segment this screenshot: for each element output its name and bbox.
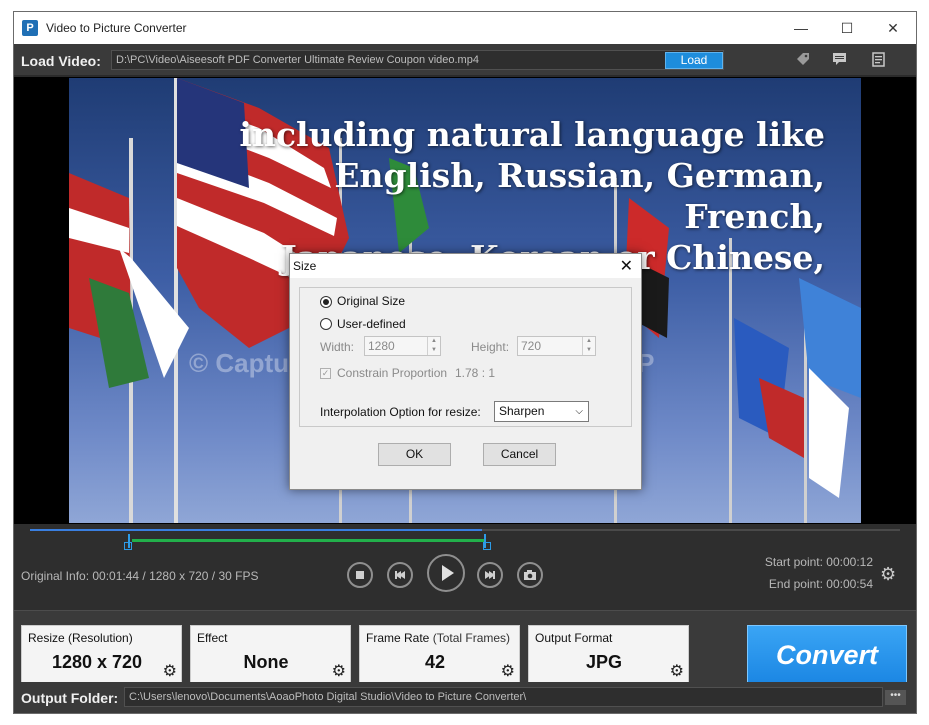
effect-title: Effect (197, 631, 228, 645)
width-up-button[interactable]: ▲ (427, 337, 440, 346)
size-options-group: Original Size User-defined Width: 1280 ▲… (299, 287, 632, 427)
stop-button[interactable] (347, 562, 373, 588)
caption-line-2: English, Russian, German, French, (334, 156, 825, 236)
maximize-button[interactable]: ☐ (824, 12, 870, 44)
ok-button[interactable]: OK (378, 443, 451, 466)
frame-rate-label: Frame Rate (366, 631, 430, 645)
constrain-proportion-checkbox[interactable]: ✓ (320, 368, 331, 379)
frame-rate-sub: (Total Frames) (432, 631, 511, 645)
interpolation-label: Interpolation Option for resize: (320, 405, 481, 419)
height-field[interactable]: 720 ▲ ▼ (517, 336, 596, 356)
effect-card[interactable]: Effect None ⚙ (190, 625, 351, 685)
camera-icon (524, 570, 536, 580)
browse-folder-button[interactable]: ••• (885, 690, 906, 705)
size-dialog: Size ✕ Original Size User-defined Width:… (289, 253, 642, 490)
dialog-title: Size (293, 259, 317, 273)
aspect-ratio-text: 1.78 : 1 (455, 366, 496, 380)
frame-rate-value: 42 (424, 652, 446, 672)
title-bar: P Video to Picture Converter — ☐ ✕ (14, 12, 916, 44)
load-toolbar: Load Video: D:\PC\Video\Aiseesoft PDF Co… (14, 44, 916, 76)
original-size-radio[interactable] (320, 296, 332, 308)
effect-gear-icon[interactable]: ⚙ (332, 661, 346, 681)
output-format-card[interactable]: Output Format JPG ⚙ (528, 625, 689, 685)
width-value: 1280 (368, 339, 395, 353)
output-folder-bar: Output Folder: C:\Users\lenovo\Documents… (14, 682, 916, 713)
height-label: Height: (471, 340, 510, 354)
width-down-button[interactable]: ▼ (427, 346, 440, 355)
prev-icon (395, 571, 405, 579)
convert-button[interactable]: Convert (747, 625, 907, 685)
snapshot-button[interactable] (517, 562, 543, 588)
dialog-title-bar: Size ✕ (290, 254, 641, 278)
height-value: 720 (521, 339, 542, 353)
minimize-button[interactable]: — (778, 12, 824, 44)
document-icon[interactable] (869, 52, 887, 68)
load-button[interactable]: Load (665, 52, 723, 69)
video-path-field[interactable]: D:\PC\Video\Aiseesoft PDF Converter Ulti… (111, 50, 724, 70)
timeline-progress (30, 529, 482, 531)
frame-rate-title: Frame Rate (Total Frames) (366, 631, 510, 645)
resize-card[interactable]: Resize (Resolution) 1280 x 720 ⚙ (21, 625, 182, 685)
chevron-down-icon: ⌵ (575, 406, 583, 417)
play-icon (442, 565, 454, 581)
frame-rate-card[interactable]: Frame Rate (Total Frames) 42 ⚙ (359, 625, 520, 685)
resize-title: Resize (Resolution) (28, 631, 133, 645)
original-info-text: Original Info: 00:01:44 / 1280 x 720 / 3… (21, 569, 259, 583)
width-field[interactable]: 1280 ▲ ▼ (364, 336, 441, 356)
playback-controls: Original Info: 00:01:44 / 1280 x 720 / 3… (14, 524, 916, 610)
play-button[interactable] (427, 554, 465, 592)
interpolation-value: Sharpen (499, 404, 545, 418)
user-defined-radio[interactable] (320, 318, 332, 330)
effect-value: None (243, 652, 289, 672)
output-folder-label: Output Folder: (21, 690, 119, 706)
original-size-label: Original Size (337, 294, 406, 308)
output-settings-bar: Resize (Resolution) 1280 x 720 ⚙ Effect … (14, 610, 916, 685)
height-up-button[interactable]: ▲ (582, 337, 595, 346)
width-label: Width: (320, 340, 355, 354)
app-logo-icon: P (22, 20, 38, 36)
output-format-title: Output Format (535, 631, 613, 645)
load-video-label: Load Video: (21, 53, 101, 69)
start-point-text: Start point: 00:00:12 (764, 555, 873, 569)
window-title: Video to Picture Converter (46, 21, 187, 35)
constrain-proportion-label: Constrain Proportion (337, 366, 448, 380)
selection-range-bar (132, 539, 486, 542)
interpolation-select[interactable]: Sharpen ⌵ (494, 401, 589, 422)
end-point-text: End point: 00:00:54 (768, 577, 873, 591)
height-down-button[interactable]: ▼ (582, 346, 595, 355)
resize-gear-icon[interactable]: ⚙ (163, 661, 177, 681)
previous-frame-button[interactable] (387, 562, 413, 588)
next-frame-button[interactable] (477, 562, 503, 588)
output-format-gear-icon[interactable]: ⚙ (670, 661, 684, 681)
end-marker-icon[interactable] (483, 542, 491, 550)
user-defined-label: User-defined (337, 317, 406, 331)
dialog-close-button[interactable]: ✕ (620, 256, 633, 276)
close-button[interactable]: ✕ (870, 12, 916, 44)
output-format-value: JPG (585, 652, 623, 672)
output-folder-field[interactable]: C:\Users\lenovo\Documents\AoaoPhoto Digi… (124, 687, 883, 707)
caption-line-1: including natural language like (239, 115, 825, 154)
resize-value: 1280 x 720 (51, 652, 143, 672)
next-icon (485, 571, 495, 579)
stop-icon (356, 571, 364, 579)
tag-icon[interactable] (794, 52, 812, 68)
cancel-button[interactable]: Cancel (483, 443, 556, 466)
frame-rate-gear-icon[interactable]: ⚙ (501, 661, 515, 681)
app-window: P Video to Picture Converter — ☐ ✕ Load … (13, 11, 917, 714)
time-settings-gear-icon[interactable]: ⚙ (880, 564, 896, 585)
comment-icon[interactable] (830, 52, 848, 68)
start-marker-icon[interactable] (124, 542, 132, 550)
